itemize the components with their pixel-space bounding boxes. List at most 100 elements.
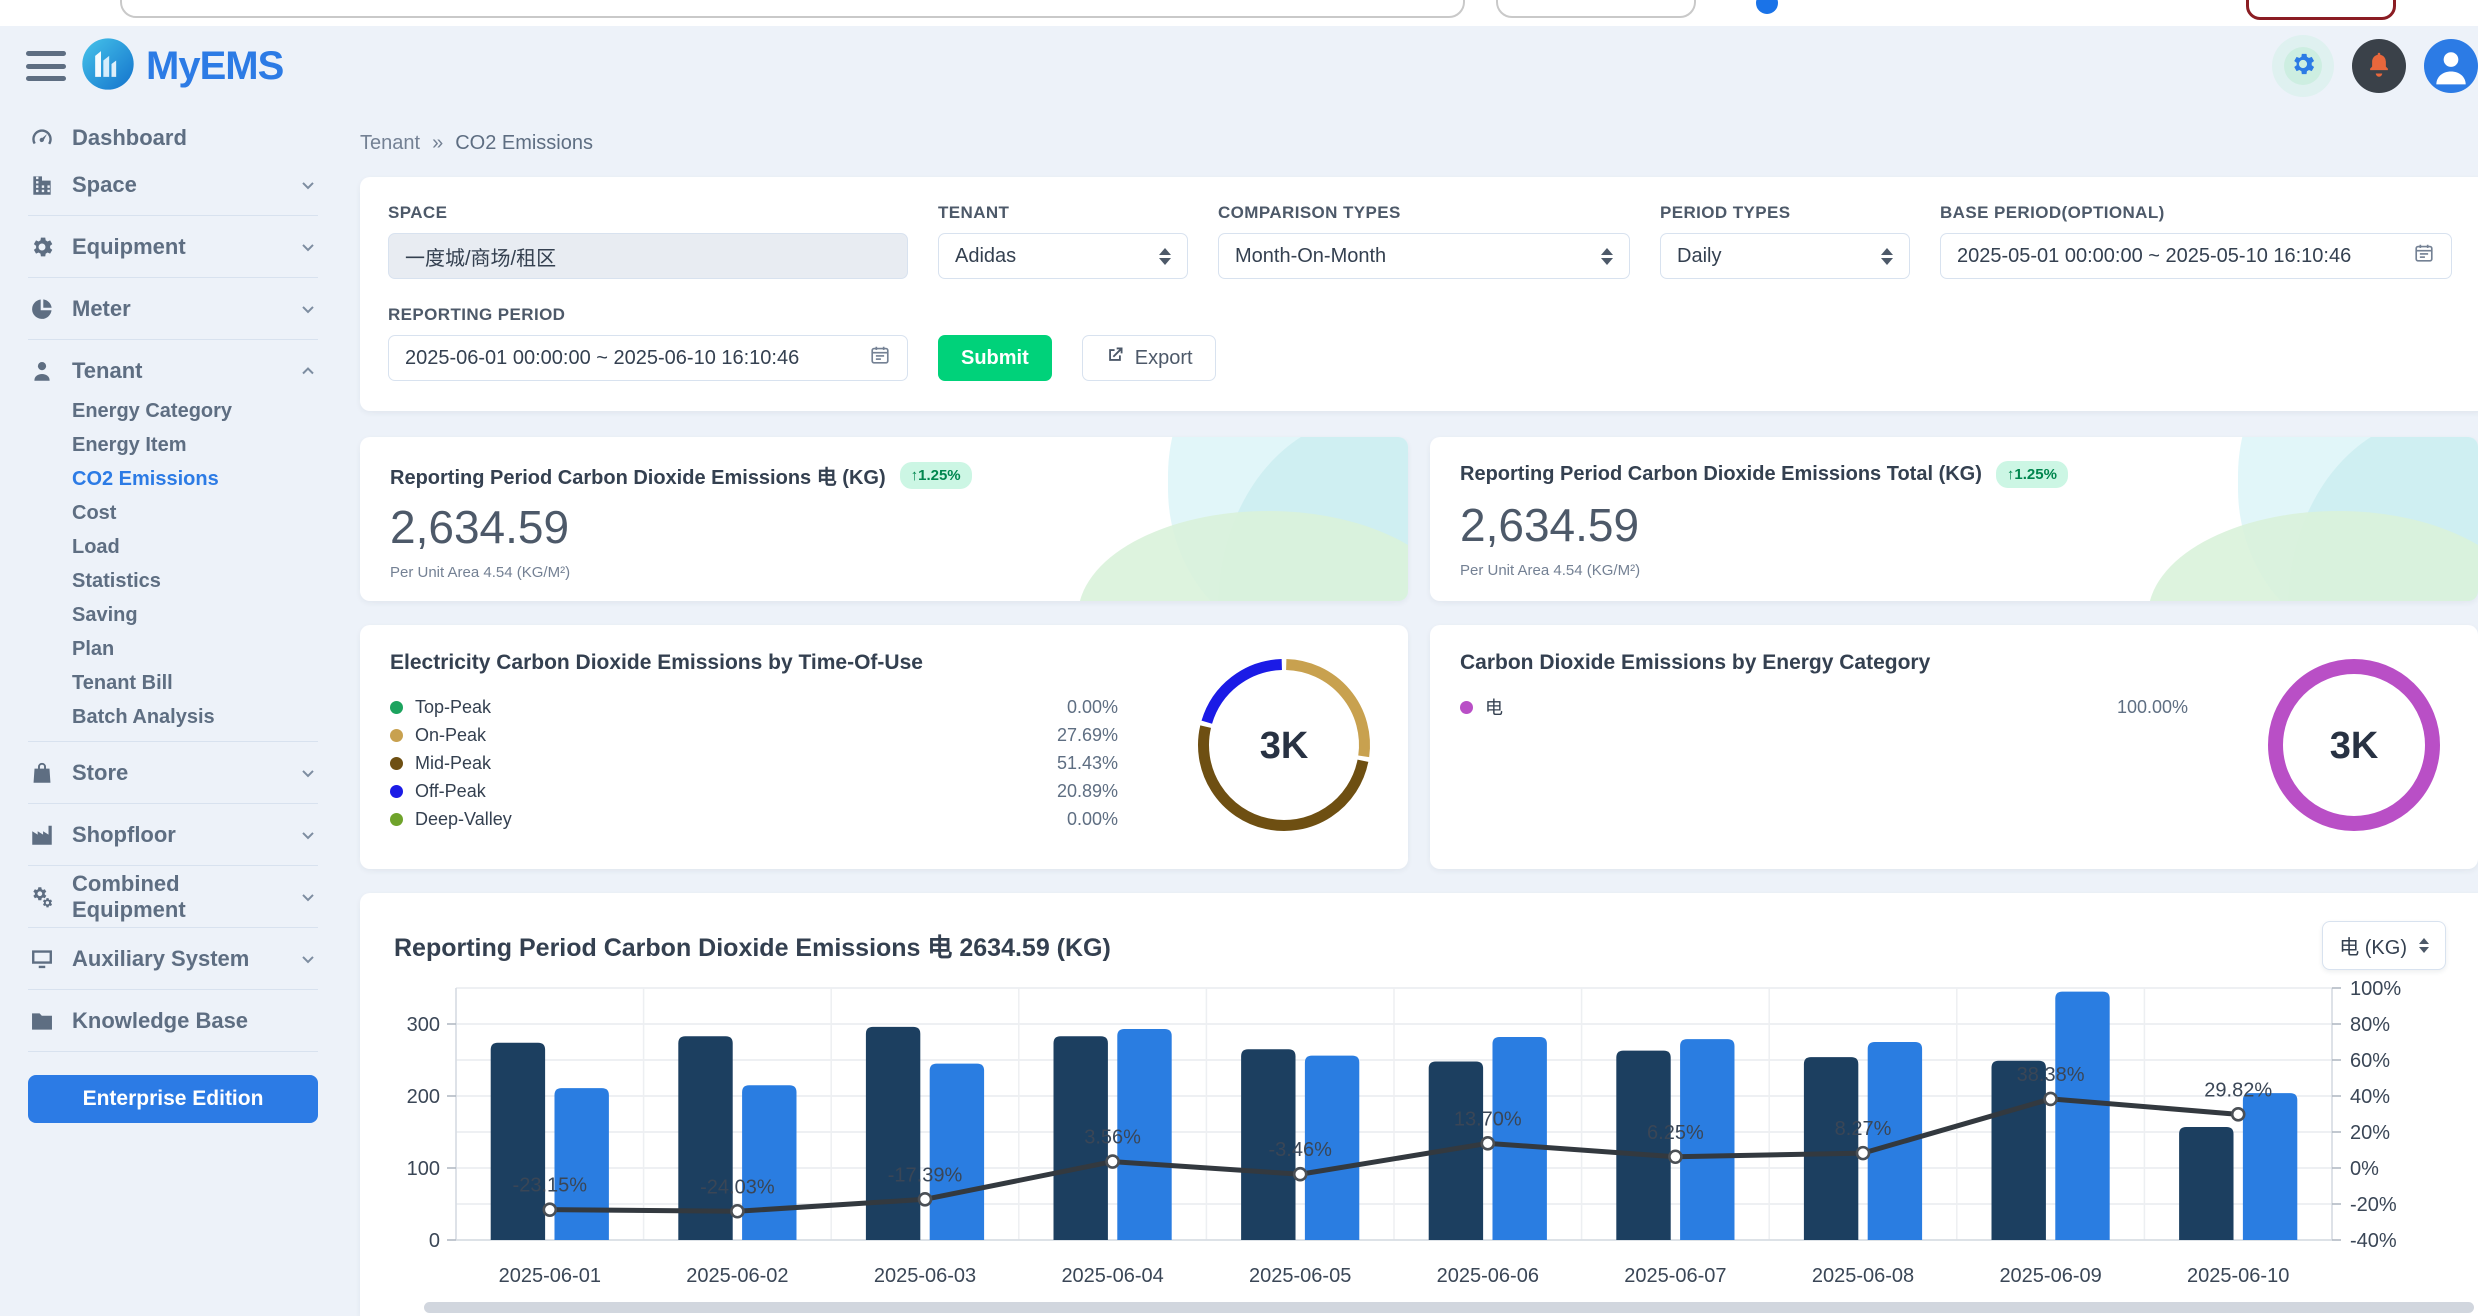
svg-text:2025-06-06: 2025-06-06: [1437, 1265, 1539, 1287]
chevron-down-icon: [298, 949, 318, 969]
browser-artifact: [120, 0, 1465, 18]
sidebar-item-combined-equipment[interactable]: Combined Equipment: [0, 873, 346, 920]
user-avatar[interactable]: [2424, 39, 2478, 93]
legend-percent: 100.00%: [2117, 697, 2188, 718]
bell-icon: [2364, 49, 2394, 84]
svg-text:2025-06-08: 2025-06-08: [1812, 1265, 1914, 1287]
kpi-card-total: Reporting Period Carbon Dioxide Emission…: [1430, 437, 2478, 601]
period-types-select[interactable]: Daily: [1660, 233, 1910, 279]
donut-chart: 3K: [2266, 657, 2442, 838]
legend-dot-icon: [390, 813, 403, 826]
reporting-period-input[interactable]: 2025-06-01 00:00:00 ~ 2025-06-10 16:10:4…: [388, 335, 908, 381]
sidebar-item-space[interactable]: Space: [0, 161, 346, 208]
svg-text:20%: 20%: [2350, 1122, 2390, 1144]
export-button[interactable]: Export: [1082, 335, 1216, 381]
calendar-icon: [869, 344, 891, 372]
sidebar-item-equipment[interactable]: Equipment: [0, 223, 346, 270]
breadcrumb-parent[interactable]: Tenant: [360, 132, 420, 155]
legend-dot-icon: [390, 701, 403, 714]
sidebar-subitem-co2-emissions[interactable]: CO2 Emissions: [0, 462, 346, 496]
sidebar-divider: [28, 865, 318, 866]
sidebar-subitem-energy-category[interactable]: Energy Category: [0, 394, 346, 428]
sidebar-item-label: Knowledge Base: [72, 1008, 248, 1034]
unit-select[interactable]: 电 (KG): [2322, 921, 2446, 970]
monitor-icon: [28, 945, 56, 973]
kpi-title: Reporting Period Carbon Dioxide Emission…: [390, 461, 886, 490]
gauge-icon: [28, 124, 56, 152]
legend-row-top-peak[interactable]: Top-Peak0.00%: [390, 693, 1118, 721]
sidebar-item-meter[interactable]: Meter: [0, 285, 346, 332]
breadcrumb-current: CO2 Emissions: [455, 132, 593, 155]
brand-logo[interactable]: MyEMS: [80, 36, 283, 97]
sidebar-item-knowledge-base[interactable]: Knowledge Base: [0, 997, 346, 1044]
hamburger-menu-icon[interactable]: [26, 51, 66, 81]
legend-row-off-peak[interactable]: Off-Peak20.89%: [390, 777, 1118, 805]
sidebar-subitem-cost[interactable]: Cost: [0, 496, 346, 530]
svg-text:-40%: -40%: [2350, 1230, 2397, 1252]
sidebar-subitem-tenant-bill[interactable]: Tenant Bill: [0, 666, 346, 700]
notifications-button[interactable]: [2352, 39, 2406, 93]
legend-row-电[interactable]: 电 100.00%: [1460, 693, 2188, 721]
sidebar-divider: [28, 339, 318, 340]
legend-row-on-peak[interactable]: On-Peak27.69%: [390, 721, 1118, 749]
legend-label: Top-Peak: [415, 697, 491, 718]
svg-text:60%: 60%: [2350, 1050, 2390, 1072]
browser-artifact-red: [2246, 0, 2396, 20]
comparison-types-label: COMPARISON TYPES: [1218, 203, 1630, 223]
svg-text:2025-06-07: 2025-06-07: [1624, 1265, 1726, 1287]
export-label: Export: [1135, 347, 1193, 370]
sidebar-item-label: Shopfloor: [72, 822, 176, 848]
horizontal-scrollbar[interactable]: [424, 1302, 2474, 1313]
sidebar-subitem-saving[interactable]: Saving: [0, 598, 346, 632]
sidebar-item-tenant[interactable]: Tenant: [0, 347, 346, 394]
sidebar-divider: [28, 741, 318, 742]
space-input[interactable]: 一度城/商场/租区: [388, 233, 908, 279]
legend-row-mid-peak[interactable]: Mid-Peak51.43%: [390, 749, 1118, 777]
svg-text:29.82%: 29.82%: [2204, 1079, 2272, 1101]
select-arrows-icon: [1881, 248, 1893, 265]
settings-button[interactable]: [2272, 35, 2334, 97]
bag-icon: [28, 759, 56, 787]
donut-legend: Top-Peak0.00%On-Peak27.69%Mid-Peak51.43%…: [390, 693, 1118, 833]
enterprise-edition-button[interactable]: Enterprise Edition: [28, 1075, 318, 1123]
sidebar-item-dashboard[interactable]: Dashboard: [0, 114, 346, 161]
legend-percent: 0.00%: [1067, 809, 1118, 830]
base-period-input[interactable]: 2025-05-01 00:00:00 ~ 2025-05-10 16:10:4…: [1940, 233, 2452, 279]
svg-text:8.27%: 8.27%: [1835, 1118, 1892, 1140]
sidebar-item-store[interactable]: Store: [0, 749, 346, 796]
svg-text:6.25%: 6.25%: [1647, 1122, 1704, 1144]
svg-text:38.38%: 38.38%: [2017, 1064, 2085, 1086]
chevron-down-icon: [298, 825, 318, 845]
svg-text:40%: 40%: [2350, 1086, 2390, 1108]
svg-text:100%: 100%: [2350, 978, 2401, 1000]
sidebar-subitem-plan[interactable]: Plan: [0, 632, 346, 666]
legend-label: 电: [1485, 694, 1503, 720]
pie-icon: [28, 295, 56, 323]
legend-dot-icon: [390, 757, 403, 770]
sidebar-subitem-statistics[interactable]: Statistics: [0, 564, 346, 598]
sidebar-item-shopfloor[interactable]: Shopfloor: [0, 811, 346, 858]
legend-label: Off-Peak: [415, 781, 486, 802]
sidebar-subitem-batch-analysis[interactable]: Batch Analysis: [0, 700, 346, 734]
chevron-down-icon: [298, 887, 318, 907]
tenant-select[interactable]: Adidas: [938, 233, 1188, 279]
sidebar-subitem-energy-item[interactable]: Energy Item: [0, 428, 346, 462]
submit-button[interactable]: Submit: [938, 335, 1052, 381]
legend-row-deep-valley[interactable]: Deep-Valley0.00%: [390, 805, 1118, 833]
sidebar-subitem-load[interactable]: Load: [0, 530, 346, 564]
base-period-value: 2025-05-01 00:00:00 ~ 2025-05-10 16:10:4…: [1957, 245, 2403, 268]
sidebar-nav: DashboardSpaceEquipmentMeterTenantEnergy…: [0, 106, 346, 1316]
top-navbar: MyEMS: [0, 26, 2478, 106]
legend-percent: 51.43%: [1057, 753, 1118, 774]
bar-chart-card: Reporting Period Carbon Dioxide Emission…: [360, 893, 2478, 1316]
svg-text:200: 200: [407, 1086, 440, 1108]
building-icon: [28, 171, 56, 199]
gears-icon: [28, 883, 56, 911]
sidebar-item-auxiliary-system[interactable]: Auxiliary System: [0, 935, 346, 982]
sidebar-item-label: Auxiliary System: [72, 946, 249, 972]
kpi-footnote: Per Unit Area 4.54 (KG/M²): [390, 564, 1378, 581]
comparison-types-select[interactable]: Month-On-Month: [1218, 233, 1630, 279]
svg-text:-23.15%: -23.15%: [513, 1175, 588, 1197]
space-value: 一度城/商场/租区: [405, 242, 891, 271]
sidebar-item-label: Space: [72, 172, 137, 198]
